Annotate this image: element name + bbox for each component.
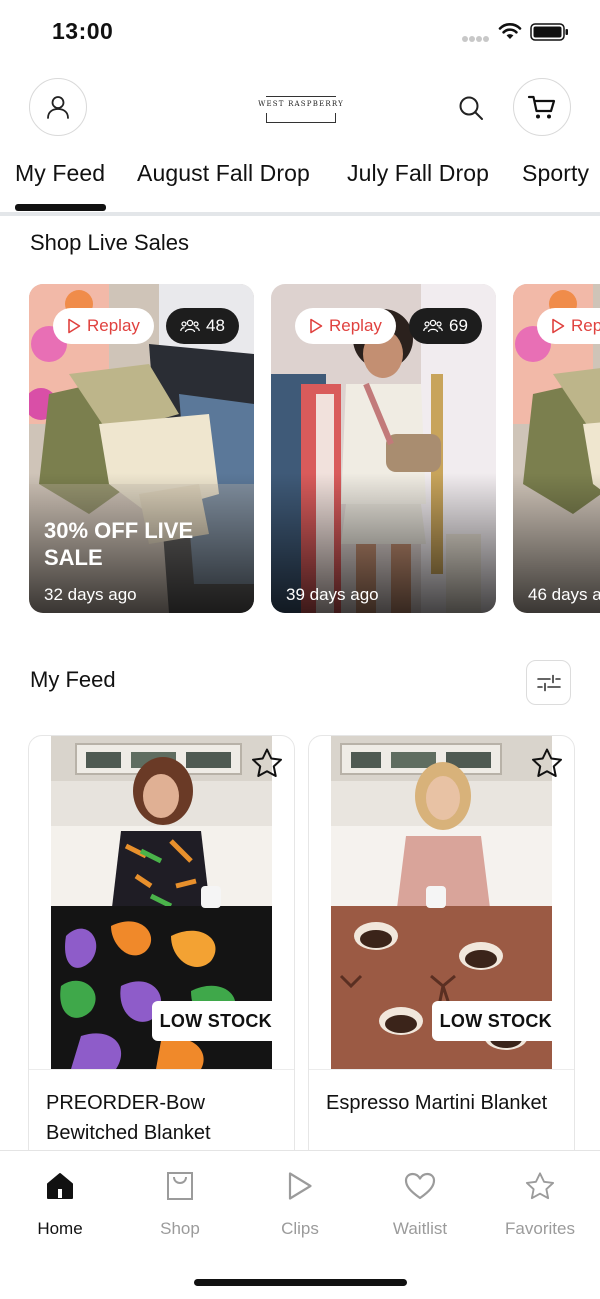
user-icon <box>47 96 69 119</box>
nav-shop-label: Shop <box>160 1219 200 1238</box>
cart-icon <box>527 95 556 119</box>
wifi-icon <box>498 23 522 39</box>
live-sales-title: Shop Live Sales <box>30 230 189 255</box>
favorite-button[interactable] <box>530 746 564 780</box>
play-outline-icon <box>552 318 565 334</box>
live-sale-card[interactable]: Replay 46 days ago <box>513 284 600 613</box>
play-outline-icon <box>310 318 323 334</box>
replay-label: Replay <box>87 316 140 335</box>
replay-badge: Replay <box>53 308 154 344</box>
bottom-navigation: Home Shop Clips Waitlist Favorites <box>0 1150 600 1299</box>
live-sale-card[interactable]: Replay 69 39 days ago <box>271 284 496 613</box>
account-button[interactable] <box>29 78 87 136</box>
low-stock-badge: LOW STOCK <box>431 1001 560 1041</box>
live-sale-time: 32 days ago <box>44 585 137 604</box>
star-icon <box>525 1172 555 1200</box>
heart-icon <box>404 1172 436 1200</box>
low-stock-badge: LOW STOCK <box>151 1001 280 1041</box>
filter-button[interactable] <box>526 660 571 705</box>
product-name[interactable]: Espresso Martini Blanket <box>326 1088 556 1118</box>
play-outline-icon <box>68 318 81 334</box>
active-tab-indicator <box>15 204 106 211</box>
live-sale-card[interactable]: Replay 48 30% OFF LIVE SALE 32 days ago <box>29 284 254 613</box>
replay-badge: Replay <box>537 308 600 344</box>
live-sale-title: 30% OFF LIVE SALE <box>44 518 194 570</box>
search-button[interactable] <box>456 93 486 123</box>
home-icon <box>47 1173 73 1199</box>
live-sale-time: 46 days ago <box>528 585 600 604</box>
star-icon <box>252 748 282 777</box>
sliders-icon <box>536 674 561 691</box>
viewers-icon <box>423 319 443 333</box>
replay-label: Replay <box>329 316 382 335</box>
live-sale-time: 39 days ago <box>286 585 379 604</box>
nav-home-label: Home <box>37 1219 83 1238</box>
replay-badge: Replay <box>295 308 396 344</box>
brand-logo-text: WEST RASPBERRY <box>258 100 344 108</box>
nav-clips-label: Clips <box>281 1219 319 1238</box>
app-header: WEST RASPBERRY <box>0 78 600 138</box>
viewer-count-badge: 48 <box>166 308 239 344</box>
viewer-count: 48 <box>206 316 225 335</box>
battery-icon <box>530 23 568 41</box>
nav-home[interactable]: Home <box>0 1167 120 1239</box>
brand-logo[interactable]: WEST RASPBERRY <box>258 96 344 124</box>
feed-title: My Feed <box>30 667 116 692</box>
tabs-divider <box>0 212 600 216</box>
tab-august-fall-drop[interactable]: August Fall Drop <box>137 160 310 187</box>
viewer-count: 69 <box>449 316 468 335</box>
status-bar: 13:00 <box>0 0 600 64</box>
live-sales-carousel: Replay 48 30% OFF LIVE SALE 32 days ago <box>0 284 600 614</box>
home-indicator <box>194 1279 407 1286</box>
product-name[interactable]: PREORDER-Bow Bewitched Blanket <box>46 1088 276 1148</box>
product-card[interactable]: LOW STOCK Espresso Martini Blanket <box>308 735 575 1165</box>
product-card[interactable]: LOW STOCK PREORDER-Bow Bewitched Blanket <box>28 735 295 1165</box>
nav-waitlist[interactable]: Waitlist <box>360 1167 480 1239</box>
tab-sporty[interactable]: Sporty <box>522 160 589 187</box>
cellular-signal-icon <box>462 36 490 42</box>
nav-clips[interactable]: Clips <box>240 1167 360 1239</box>
tab-my-feed[interactable]: My Feed <box>15 160 105 187</box>
status-time: 13:00 <box>52 18 114 44</box>
replay-label: Replay <box>571 316 600 335</box>
viewers-icon <box>180 319 200 333</box>
search-icon <box>459 96 483 120</box>
nav-favorites-label: Favorites <box>505 1219 575 1238</box>
nav-shop[interactable]: Shop <box>120 1167 240 1239</box>
nav-waitlist-label: Waitlist <box>392 1219 448 1238</box>
nav-favorites[interactable]: Favorites <box>480 1167 600 1239</box>
favorite-button[interactable] <box>250 746 284 780</box>
shopping-bag-icon <box>167 1172 193 1200</box>
star-icon <box>532 748 562 777</box>
cart-button[interactable] <box>513 78 571 136</box>
play-icon <box>288 1172 312 1200</box>
viewer-count-badge: 69 <box>409 308 482 344</box>
tab-july-fall-drop[interactable]: July Fall Drop <box>347 160 489 187</box>
